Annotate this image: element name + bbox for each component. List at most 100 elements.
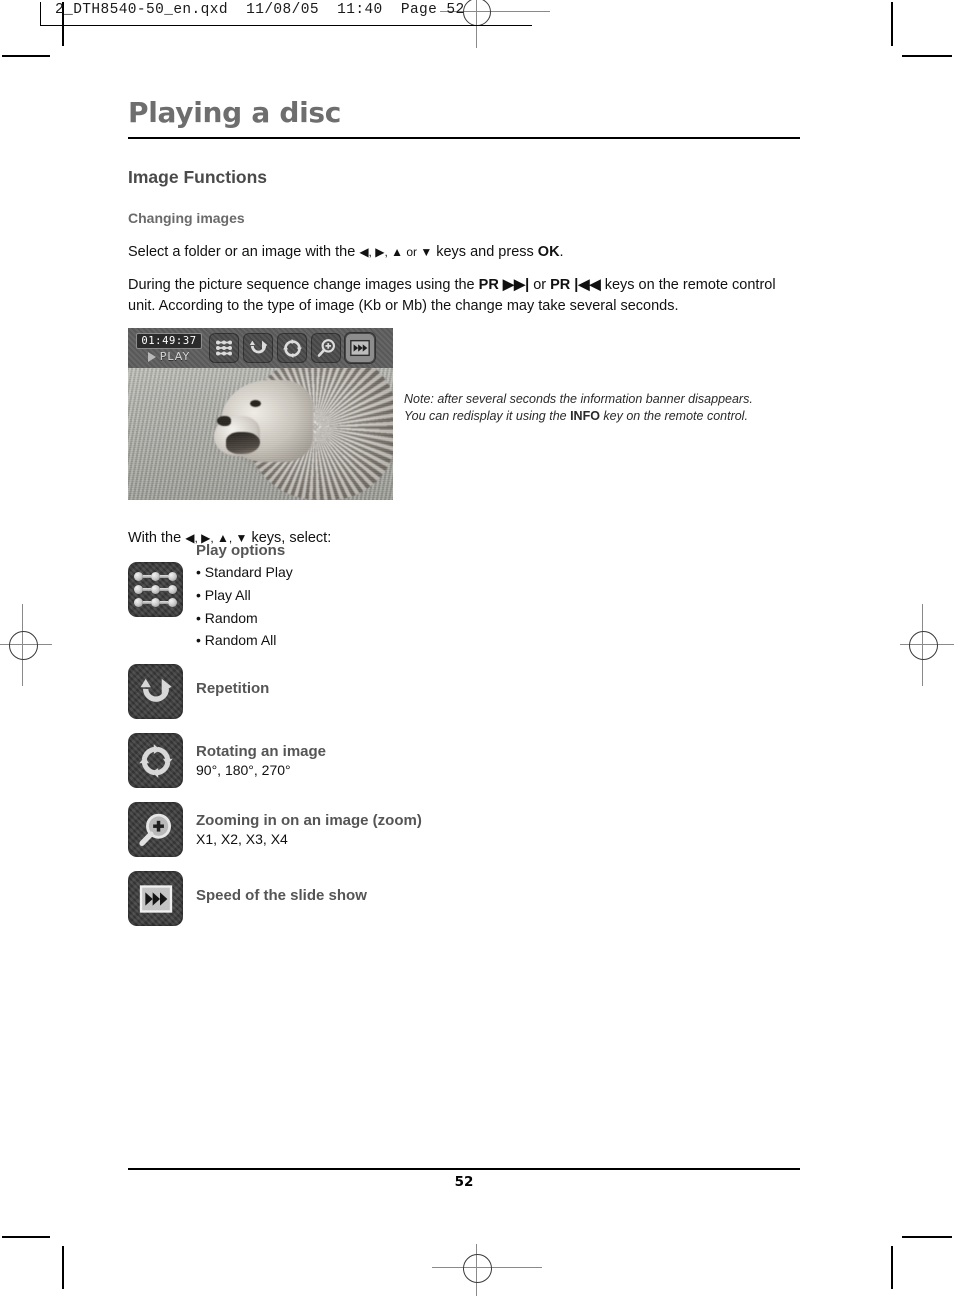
function-title: Rotating an image: [196, 743, 327, 761]
note-line-2: You can redisplay it using the INFO key …: [404, 408, 796, 425]
page-number: 52: [454, 1173, 474, 1190]
function-title: Play options: [196, 542, 286, 559]
play-state: PLAY: [147, 350, 191, 363]
repetition-glyph: [139, 678, 172, 702]
play-state-label: PLAY: [159, 350, 191, 363]
page-content: Playing a disc Image Functions Changing …: [128, 96, 800, 927]
crop-mark-bottom-left-vertical: [62, 1246, 64, 1289]
bead-bar: [160, 574, 168, 579]
crop-mark-top-right-vertical: [891, 2, 893, 46]
function-row-play-options: Play options Standard Play Play All Rand…: [128, 542, 800, 652]
bead-row: [134, 585, 177, 594]
banner-play-options-icon[interactable]: [209, 333, 239, 363]
zoom-glyph: [317, 338, 335, 357]
rotate-glyph: [282, 338, 302, 358]
list-item: Play All: [196, 584, 293, 607]
bead: [168, 598, 177, 607]
bead-grid: [134, 572, 177, 607]
function-icon-cell: [128, 562, 196, 617]
paragraph-select-folder: Select a folder or an image with the ◀, …: [128, 242, 800, 263]
bead: [151, 572, 160, 581]
bead-row: [134, 598, 177, 607]
direction-keys-glyphs: ◀, ▶, ▲ or ▼: [359, 244, 433, 259]
bead-bar: [143, 574, 151, 579]
paragraph-1-text-end: .: [559, 243, 564, 260]
note-line-2-after: key on the remote control.: [599, 409, 748, 424]
function-title: Repetition: [196, 680, 270, 698]
zoom-glyph: [138, 813, 171, 846]
bead-bar: [160, 600, 168, 605]
banner-slideshow-speed-icon[interactable]: [345, 333, 375, 363]
timecode-display: 01:49:37: [136, 333, 202, 349]
crop-mark-top-left-horizontal: [2, 55, 50, 57]
slideshow-speed-glyph: [139, 885, 172, 913]
crop-mark-bottom-left-horizontal: [2, 1236, 50, 1238]
bead: [168, 585, 177, 594]
pr-prev-key-label: PR |◀◀: [550, 277, 601, 294]
banner-rotate-icon[interactable]: [277, 333, 307, 363]
print-imprint-box: 2_DTH8540-50_en.qxd 11/08/05 11:40 Page …: [40, 2, 532, 26]
bead: [151, 585, 160, 594]
info-key-label: INFO: [570, 409, 600, 424]
bead-bar: [143, 587, 151, 592]
banner-repetition-icon[interactable]: [243, 333, 273, 363]
bead-bar: [160, 587, 168, 592]
banner-zoom-icon[interactable]: [311, 333, 341, 363]
function-icon-cell: [128, 733, 196, 789]
bead: [134, 585, 143, 594]
play-options-bullets: Standard Play Play All Random Random All: [196, 561, 293, 652]
play-triangle-icon: [147, 351, 156, 362]
pr-next-key-label: PR ▶▶|: [478, 277, 530, 294]
function-row-zoom: Zooming in on an image (zoom) X1, X2, X3…: [128, 802, 800, 858]
paragraph-picture-sequence: During the picture sequence change image…: [128, 275, 800, 316]
slideshow-speed-glyph: [350, 339, 370, 357]
registration-mark-right: [900, 604, 954, 686]
function-list: Play options Standard Play Play All Rand…: [128, 542, 800, 940]
info-banner: 01:49:37 PLAY: [128, 328, 393, 368]
bead-row: [134, 572, 177, 581]
function-row-slideshow-speed: Speed of the slide show: [128, 871, 800, 927]
bead: [134, 598, 143, 607]
bead: [168, 572, 177, 581]
repetition-glyph: [249, 340, 267, 353]
bead: [134, 572, 143, 581]
function-text-cell: Zooming in on an image (zoom) X1, X2, X3…: [196, 802, 422, 847]
function-title: Zooming in on an image (zoom): [196, 812, 422, 830]
paragraph-1-text-before: Select a folder or an image with the: [128, 243, 360, 260]
crop-mark-bottom-right-horizontal: [902, 1236, 952, 1238]
rotate-icon[interactable]: [128, 733, 183, 789]
footer-divider: [128, 1168, 800, 1170]
screenshot-note: Note: after several seconds the informat…: [404, 391, 796, 426]
crop-mark-top-right-horizontal: [902, 55, 952, 57]
play-options-glyph: [216, 340, 232, 356]
slideshow-speed-icon[interactable]: [128, 871, 183, 927]
section-heading: Image Functions: [128, 166, 268, 187]
ok-key-label: OK: [537, 243, 560, 260]
function-text-cell: Rotating an image 90°, 180°, 270°: [196, 733, 326, 778]
function-text-cell: Speed of the slide show: [196, 871, 367, 906]
play-options-icon[interactable]: [128, 562, 183, 617]
crop-mark-bottom-right-vertical: [891, 1246, 893, 1289]
function-text-cell: Repetition: [196, 664, 269, 699]
function-row-rotate: Rotating an image 90°, 180°, 270°: [128, 733, 800, 789]
bead-bar: [143, 600, 151, 605]
function-subtitle: X1, X2, X3, X4: [196, 831, 288, 848]
function-icon-cell: [128, 664, 196, 720]
keys-intro-before: With the: [128, 530, 186, 546]
repetition-icon[interactable]: [128, 664, 183, 720]
list-item: Random: [196, 607, 293, 630]
tv-screenshot: 01:49:37 PLAY: [128, 328, 393, 500]
bead: [151, 598, 160, 607]
paragraph-2-text-middle: or: [529, 277, 551, 294]
function-text-cell: Play options Standard Play Play All Rand…: [196, 540, 293, 652]
paragraph-2-text-before: During the picture sequence change image…: [128, 277, 479, 294]
rotate-glyph: [138, 743, 173, 778]
registration-mark-left: [0, 604, 52, 686]
list-item: Random All: [196, 629, 293, 652]
page-title: Playing a disc: [128, 96, 342, 129]
list-item: Standard Play: [196, 561, 293, 584]
zoom-icon[interactable]: [128, 802, 183, 858]
subsection-heading: Changing images: [128, 209, 245, 226]
print-imprint-text: 2_DTH8540-50_en.qxd 11/08/05 11:40 Page …: [55, 2, 465, 18]
function-row-repetition: Repetition: [128, 664, 800, 720]
